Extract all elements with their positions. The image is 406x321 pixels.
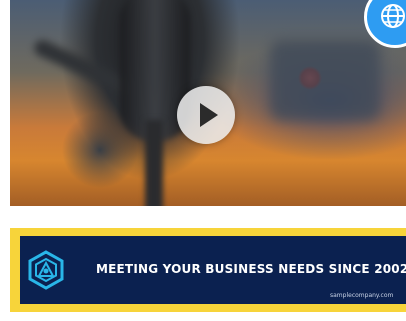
hexagon-logo-icon [28,250,64,290]
mic-stand [145,120,163,206]
banner-tagline: MEETING YOUR BUSINESS NEEDS SINCE 2002 [96,262,406,276]
play-button[interactable] [177,86,235,144]
banner-website: samplecompany.com [330,292,394,299]
background-equipment [270,40,380,120]
globe-icon [381,4,405,28]
play-icon [200,103,218,127]
